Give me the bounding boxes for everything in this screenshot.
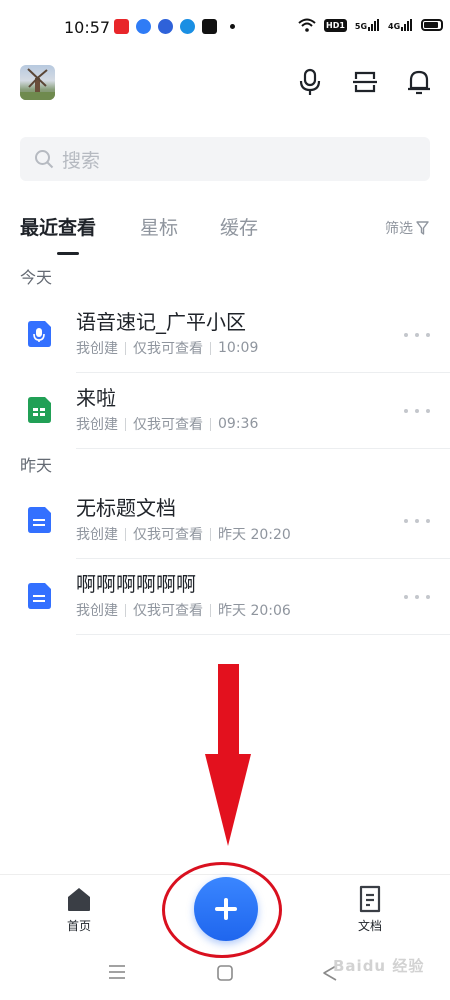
status-right: HD1 5G 4G — [298, 18, 444, 32]
item-time: 昨天 20:06 — [218, 603, 291, 619]
item-creator: 我创建 — [76, 603, 118, 619]
sheet-icon — [28, 397, 51, 423]
doc-icon — [28, 507, 51, 533]
item-meta: 我创建 仅我可查看 昨天 20:06 — [76, 600, 291, 620]
scan-icon — [353, 71, 377, 93]
row-divider — [76, 448, 450, 449]
plus-icon — [215, 898, 237, 920]
more-options-button[interactable] — [404, 401, 430, 421]
tiktok-icon — [202, 19, 217, 34]
list-item[interactable]: 语音速记_广平小区 我创建 仅我可查看 10:09 — [0, 306, 450, 376]
microphone-icon — [299, 68, 321, 95]
voice-note-icon — [28, 321, 51, 347]
more-notifications-dot — [230, 24, 235, 29]
section-yesterday: 昨天 — [20, 456, 53, 475]
item-creator: 我创建 — [76, 341, 118, 357]
item-title: 来啦 — [76, 386, 116, 410]
list-item[interactable]: 无标题文档 我创建 仅我可查看 昨天 20:20 — [0, 492, 450, 562]
list-item[interactable]: 啊啊啊啊啊啊 我创建 仅我可查看 昨天 20:06 — [0, 568, 450, 638]
item-permission: 仅我可查看 — [133, 341, 203, 357]
create-new-button[interactable] — [194, 877, 258, 941]
meta-divider — [210, 417, 211, 431]
item-time: 昨天 20:20 — [218, 527, 291, 543]
nav-docs[interactable]: 文档 — [340, 885, 400, 934]
filter-label: 筛选 — [385, 221, 413, 237]
more-options-button[interactable] — [404, 587, 430, 607]
home-icon — [68, 888, 90, 911]
signal-4g-icon: 4G — [388, 19, 413, 31]
item-meta: 我创建 仅我可查看 昨天 20:20 — [76, 524, 291, 544]
more-options-button[interactable] — [404, 325, 430, 345]
tab-cache[interactable]: 缓存 — [220, 213, 258, 240]
menu-icon[interactable] — [108, 964, 126, 980]
item-creator: 我创建 — [76, 527, 118, 543]
item-permission: 仅我可查看 — [133, 527, 203, 543]
row-divider — [76, 372, 450, 373]
item-title: 语音速记_广平小区 — [76, 310, 246, 334]
item-meta: 我创建 仅我可查看 09:36 — [76, 414, 258, 434]
item-permission: 仅我可查看 — [133, 417, 203, 433]
meta-divider — [125, 341, 126, 355]
row-divider — [76, 634, 450, 635]
search-bar[interactable]: 搜索 — [20, 137, 430, 181]
browser-icon — [180, 19, 195, 34]
meta-divider — [210, 603, 211, 617]
nav-docs-label: 文档 — [357, 919, 382, 933]
watermark: Baidu 经验 — [333, 957, 425, 975]
status-bar: 10:57 HD1 5G 4G — [0, 0, 450, 56]
filter-icon — [416, 221, 429, 235]
meta-divider — [125, 527, 126, 541]
nav-home-label: 首页 — [66, 919, 91, 933]
nav-home[interactable]: 首页 — [49, 885, 109, 934]
hd-tag: HD1 — [324, 18, 347, 32]
baidu-paw-icon — [158, 19, 173, 34]
signal-4g-label: 4G — [388, 22, 401, 31]
notification-icons — [114, 19, 235, 34]
item-time: 10:09 — [218, 340, 259, 356]
tab-recent[interactable]: 最近查看 — [20, 213, 96, 240]
meta-divider — [125, 603, 126, 617]
filter-button[interactable]: 筛选 — [385, 218, 429, 238]
more-options-button[interactable] — [404, 511, 430, 531]
section-today: 今天 — [20, 268, 53, 287]
home-square-icon[interactable] — [216, 964, 234, 982]
notifications-button[interactable] — [403, 66, 435, 98]
item-creator: 我创建 — [76, 417, 118, 433]
signal-5g-icon: 5G — [355, 19, 380, 31]
meta-divider — [125, 417, 126, 431]
tab-starred[interactable]: 星标 — [140, 213, 178, 240]
battery-icon — [421, 19, 444, 31]
bell-icon — [408, 70, 430, 95]
meta-divider — [210, 527, 211, 541]
voice-button[interactable] — [294, 66, 326, 98]
meta-divider — [210, 341, 211, 355]
baidu-netdisk-icon — [136, 19, 151, 34]
item-permission: 仅我可查看 — [133, 603, 203, 619]
toutiao-icon — [114, 19, 129, 34]
avatar[interactable] — [20, 65, 55, 100]
item-title: 啊啊啊啊啊啊 — [76, 572, 196, 596]
windmill-picture-icon — [20, 68, 55, 100]
active-tab-indicator — [57, 252, 79, 255]
list-item[interactable]: 来啦 我创建 仅我可查看 09:36 — [0, 382, 450, 452]
signal-5g-label: 5G — [354, 22, 368, 31]
item-meta: 我创建 仅我可查看 10:09 — [76, 338, 258, 358]
annotation-arrow-icon — [205, 664, 251, 846]
document-icon — [359, 885, 381, 913]
search-placeholder: 搜索 — [62, 149, 101, 172]
search-icon — [35, 150, 54, 169]
status-time: 10:57 — [64, 18, 111, 37]
item-title: 无标题文档 — [76, 496, 176, 520]
row-divider — [76, 558, 450, 559]
wifi-icon — [298, 18, 316, 32]
scan-button[interactable] — [349, 66, 381, 98]
doc-icon — [28, 583, 51, 609]
item-time: 09:36 — [218, 416, 259, 432]
